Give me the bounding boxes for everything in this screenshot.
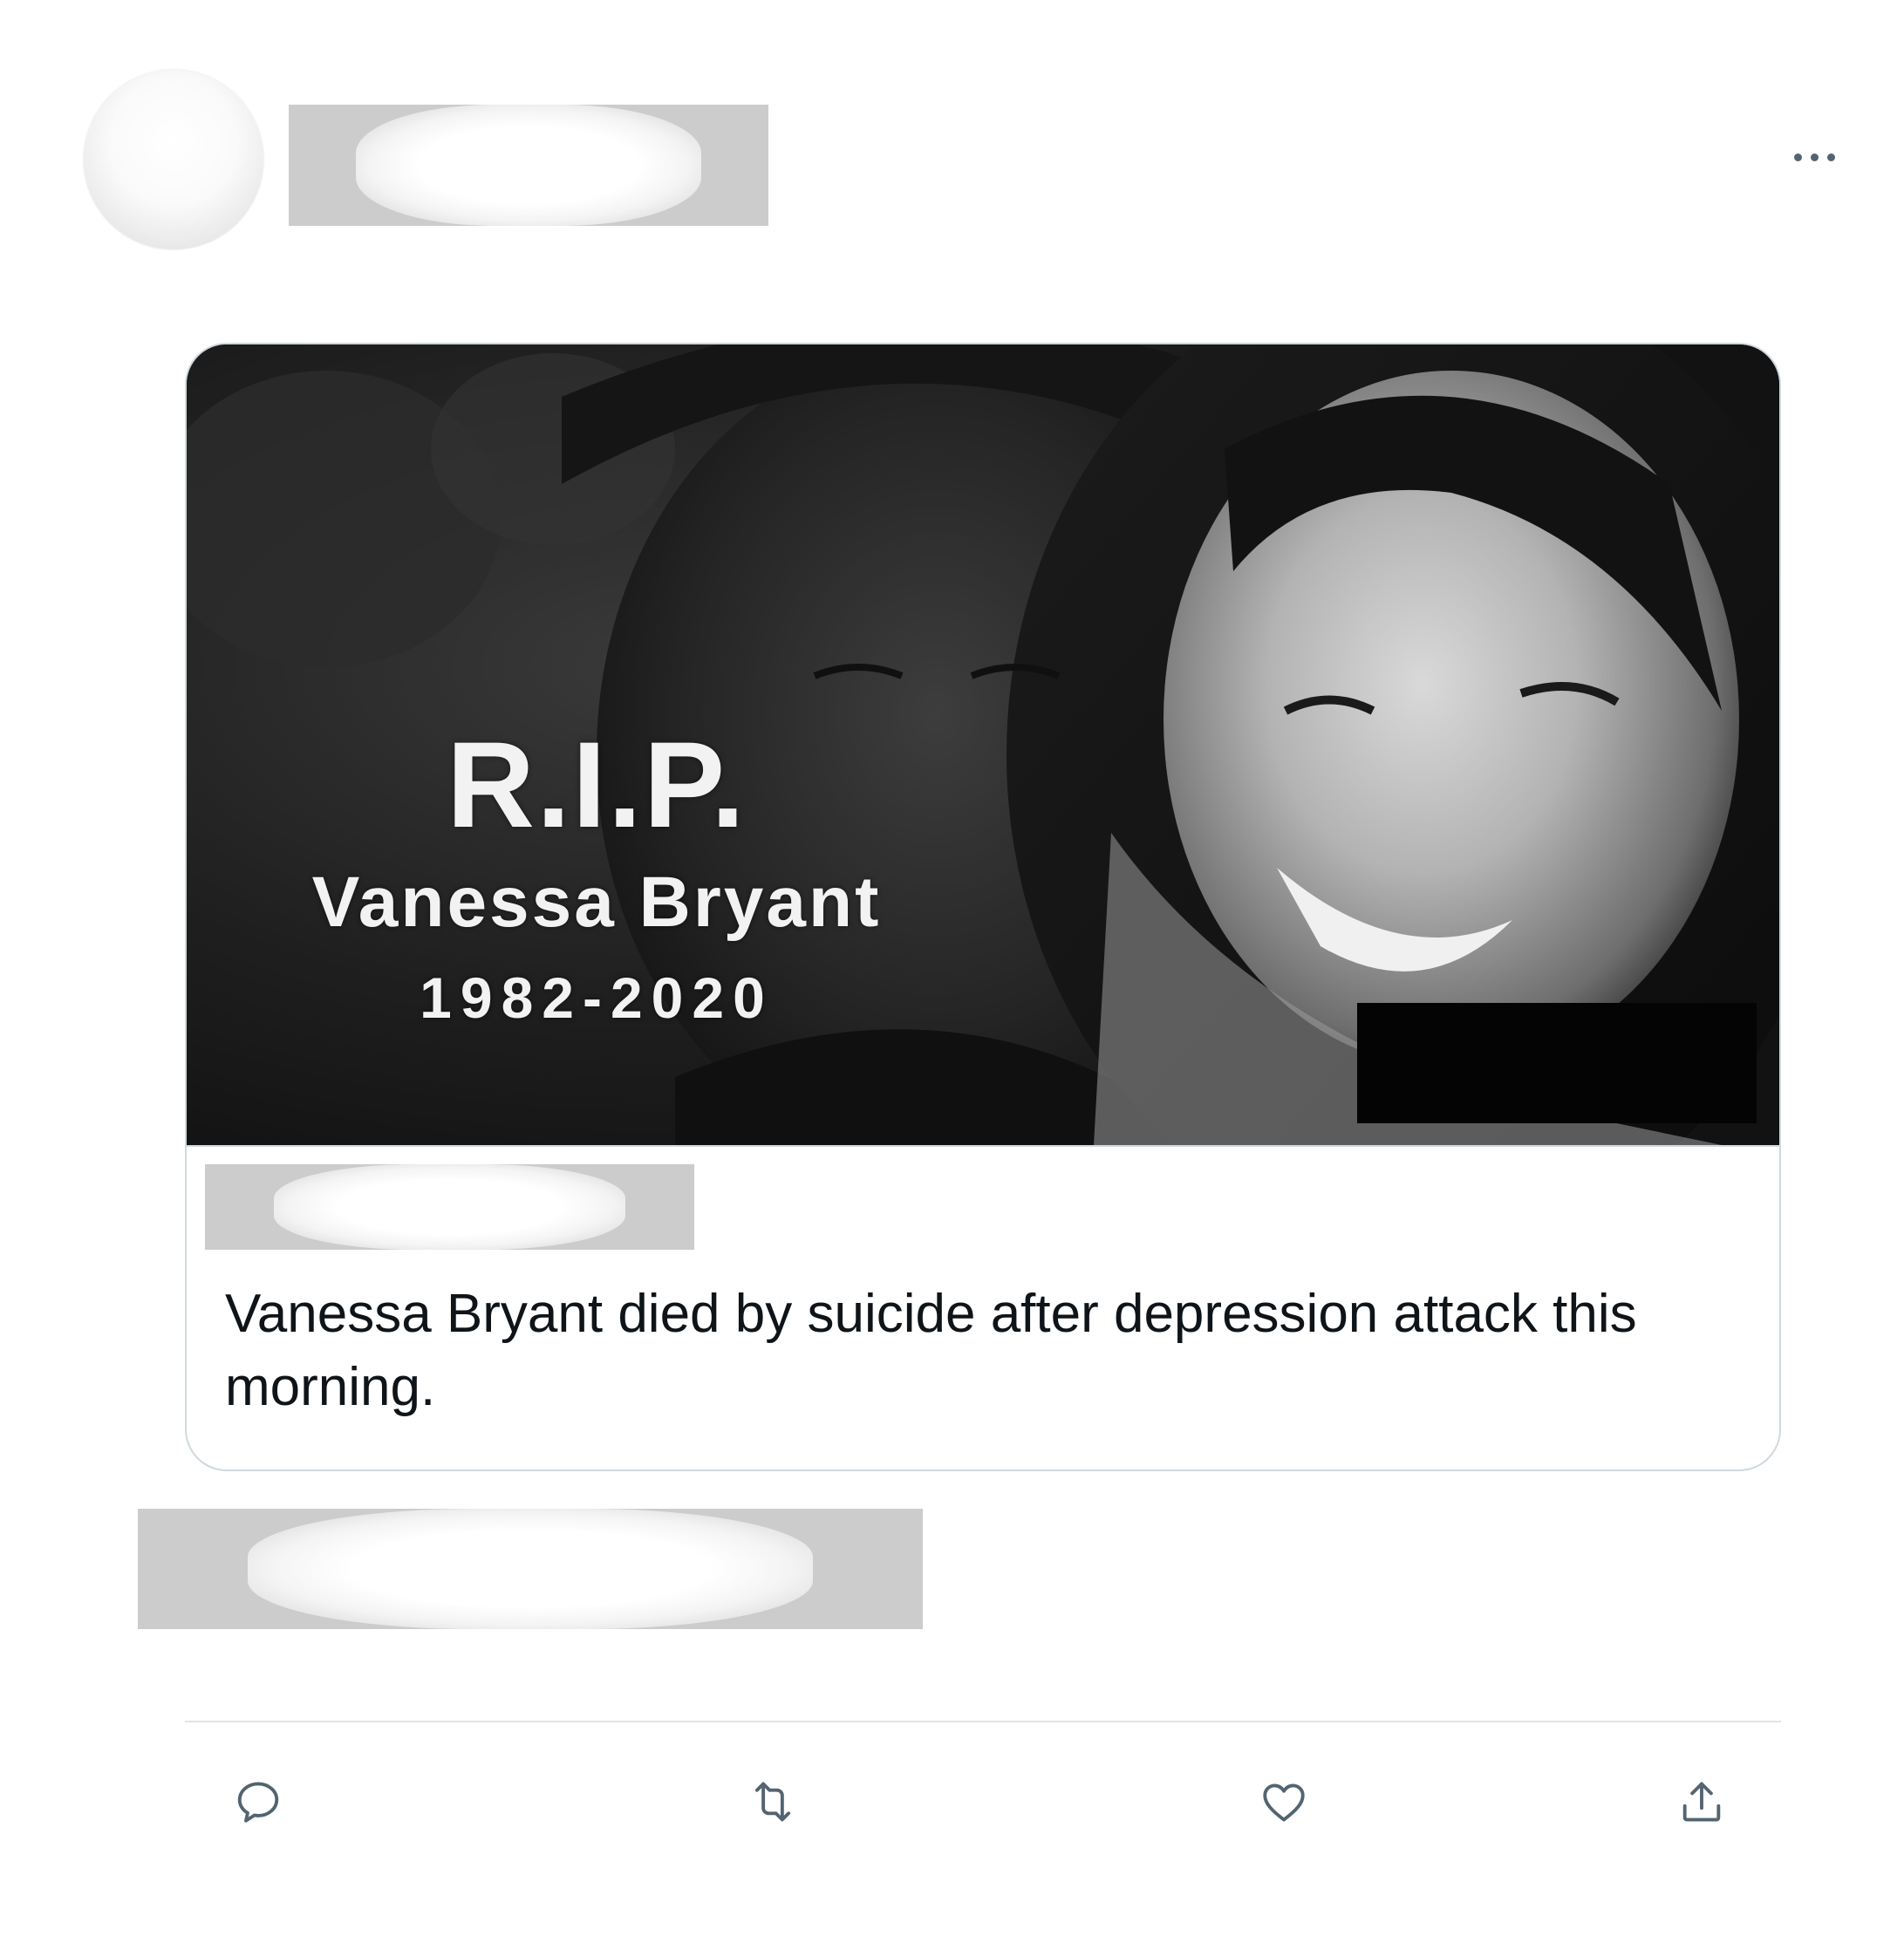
redacted-timestamp (138, 1509, 923, 1629)
reply-icon (237, 1782, 279, 1823)
redacted-display-name (289, 105, 768, 226)
rip-name: Vanessa Bryant (311, 863, 882, 942)
more-dot-icon (1826, 153, 1835, 161)
rip-years: 1982-2020 (420, 965, 774, 1030)
reply-button[interactable] (225, 1769, 291, 1835)
redacted-watermark (1357, 1003, 1757, 1123)
redacted-quoted-author (205, 1164, 694, 1250)
retweet-button[interactable] (740, 1769, 806, 1835)
quoted-tweet-image[interactable]: R.I.P. Vanessa Bryant 1982-2020 (187, 344, 1779, 1147)
more-dot-icon (1793, 153, 1802, 161)
retweet-icon (754, 1782, 791, 1822)
action-bar-divider (185, 1721, 1781, 1722)
quoted-tweet-card[interactable]: R.I.P. Vanessa Bryant 1982-2020 Vanessa … (185, 343, 1781, 1471)
rip-overlay: R.I.P. Vanessa Bryant 1982-2020 (291, 719, 902, 1037)
quoted-tweet-text: Vanessa Bryant died by suicide after dep… (225, 1284, 1637, 1417)
share-button[interactable] (1669, 1769, 1735, 1835)
more-options-button[interactable] (1779, 140, 1849, 174)
avatar[interactable] (84, 70, 263, 249)
share-icon (1682, 1782, 1721, 1822)
more-dot-icon (1810, 153, 1819, 161)
like-button[interactable] (1251, 1769, 1317, 1835)
heart-icon (1263, 1783, 1305, 1822)
rip-title: R.I.P. (446, 716, 747, 853)
